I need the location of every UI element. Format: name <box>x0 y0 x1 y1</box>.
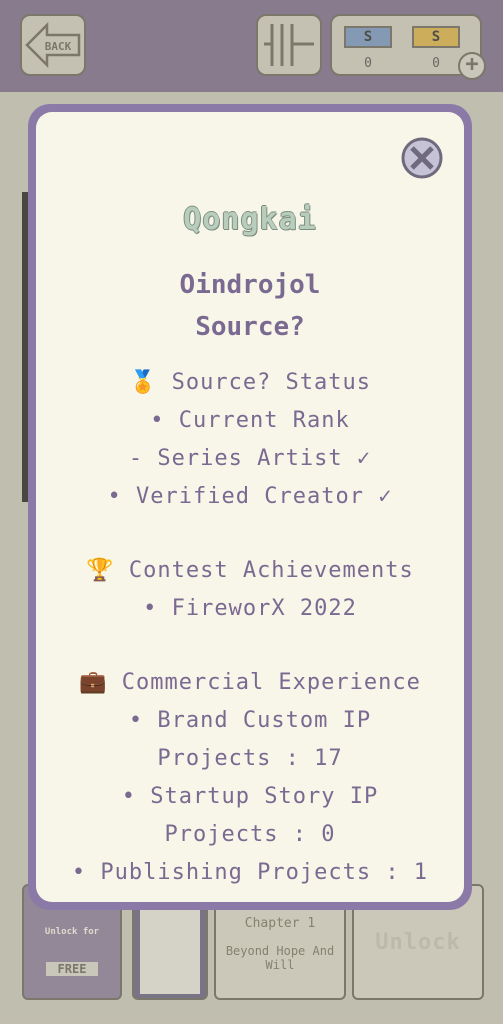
current-rank-item: • Current Rank <box>150 408 350 433</box>
contest-item: • FireworX 2022 <box>143 596 357 621</box>
status-header: 🏅 Source? Status <box>128 370 372 395</box>
brand-logo: Qongkai <box>183 202 317 237</box>
brand-ip-item: • Brand Custom IP <box>128 708 372 733</box>
series-artist-item: - Series Artist ✓ <box>128 446 372 471</box>
creator-info-modal: Qongkai Oindrojol Source? 🏅 Source? Stat… <box>28 104 472 910</box>
modal-title: Oindrojol Source? <box>36 264 464 348</box>
close-icon[interactable] <box>400 136 444 180</box>
startup-ip-projects: Projects : 0 <box>164 822 336 847</box>
verified-creator-item: • Verified Creator ✓ <box>107 484 393 509</box>
modal-content: Qongkai Oindrojol Source? 🏅 Source? Stat… <box>36 112 464 902</box>
contest-header: 🏆 Contest Achievements <box>86 558 414 583</box>
title-line-2: Source? <box>195 312 305 342</box>
commercial-header: 💼 Commercial Experience <box>79 670 421 695</box>
creator-details: 🏅 Source? Status • Current Rank - Series… <box>36 364 464 892</box>
brand-ip-projects: Projects : 17 <box>157 746 343 771</box>
publishing-projects-item: • Publishing Projects : 1 <box>71 860 429 885</box>
title-line-1: Oindrojol <box>179 270 321 300</box>
startup-ip-item: • Startup Story IP <box>121 784 379 809</box>
